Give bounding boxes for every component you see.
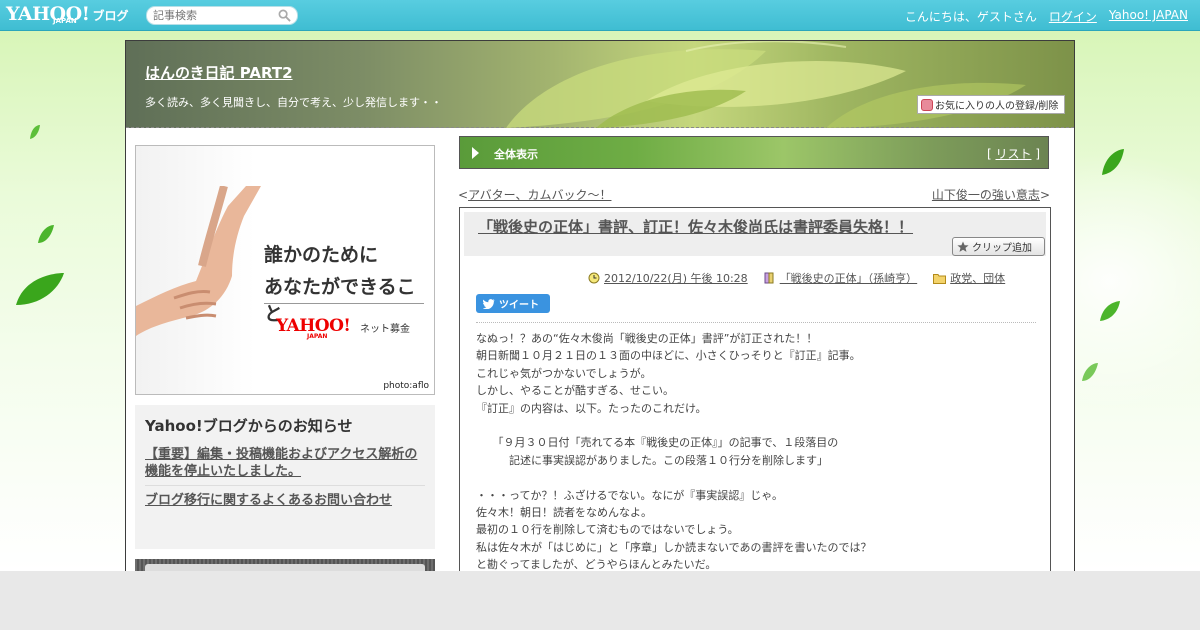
post-body: なぬっ！？あの“佐々木俊尚「戦後史の正体」書評”が訂正された！！ 朝日新聞１０月… — [476, 330, 1036, 571]
login-link[interactable]: ログイン — [1049, 8, 1097, 25]
top-right-links: こんにちは、ゲストさん ログイン Yahoo! JAPAN — [905, 8, 1188, 25]
post-header: 「戦後史の正体」書評、訂正！佐々木俊尚氏は書評委員失格！！ クリップ追加 — [464, 212, 1046, 256]
post-body-line — [476, 417, 1036, 434]
top-bar: YAHOO! ブログ JAPAN こんにちは、ゲストさん ログイン Yahoo!… — [0, 0, 1200, 31]
prev-mark: < — [458, 188, 469, 202]
post-body-line: ・・・ってか？！ふざけるでない。なにが『事実誤認』じゃ。 — [476, 488, 784, 502]
next-mark: > — [1039, 188, 1050, 202]
post-body-line: と勘ぐってましたが、どうやらほんとみたいだ。 — [476, 558, 717, 571]
prev-article: <アバター、カムバック～！ — [458, 186, 611, 203]
leaf-icon — [1082, 363, 1098, 381]
post-body-line: しかし、やることが酷すぎる、せこい。 — [476, 384, 674, 398]
triangle-right-icon — [472, 147, 479, 159]
post-body-line: これじゃ気がつかないでしょうが。 — [476, 366, 652, 380]
all-display-bar: 全体表示 [ リスト ] — [459, 136, 1049, 169]
page-bottom — [0, 571, 1200, 630]
blog-header: はんのき日記 PART2 多く読み、多く見聞きし、自分で考え、少し発信します・・… — [126, 41, 1074, 128]
list-view-link[interactable]: リスト — [995, 147, 1031, 161]
sidebar-gadget-inner — [145, 564, 425, 571]
leaf-icon — [38, 225, 54, 243]
ad-divider — [264, 303, 424, 304]
post-divider — [476, 322, 1036, 323]
logo-sub: ブログ — [92, 9, 129, 23]
sidebar-gadget — [135, 559, 435, 571]
post-book: 「戦後史の正体」（孫崎亨） — [764, 270, 918, 286]
greeting-text: こんにちは、ゲストさん — [904, 10, 1037, 24]
clip-add-button[interactable]: クリップ追加 — [952, 237, 1045, 256]
blog-frame: はんのき日記 PART2 多く読み、多く見聞きし、自分で考え、少し発信します・・… — [125, 40, 1075, 571]
leaf-icon — [16, 273, 64, 305]
notice-link-important[interactable]: 【重要】編集・投稿機能およびアクセス解析の機能を停止いたしました。 — [145, 446, 425, 480]
notice-link-faq[interactable]: ブログ移行に関するよくあるお問い合わせ — [145, 492, 425, 509]
post-body-line: 私は佐々木が「はじめに」と「序章」しか読まないであの書評を書いたのでは？ — [476, 540, 872, 554]
post-body-line: 最初の１０行を削除して済むものではないでしょう。 — [476, 523, 739, 537]
blog-title-link[interactable]: はんのき日記 PART2 — [145, 62, 293, 83]
helping-hands-image — [136, 186, 261, 336]
all-display-label: 全体表示 — [494, 148, 538, 161]
post-date-link[interactable]: 2012/10/22(月) 午後 10:28 — [604, 270, 748, 286]
donation-ad-banner[interactable]: 誰かのために あなたができること YAHOO! JAPAN ネット募金 phot… — [135, 145, 435, 395]
post-meta: 2012/10/22(月) 午後 10:28 「戦後史の正体」（孫崎亨） 政党、… — [588, 270, 1005, 286]
folder-icon — [933, 273, 947, 284]
post-body-line: 記述に事実誤認がありました。この段落１０行分を削除します」 — [476, 453, 828, 467]
favorite-label: お気に入りの人の登録/削除 — [935, 101, 1059, 112]
blog-description: 多く読み、多く見聞きし、自分で考え、少し発信します・・ — [145, 96, 442, 109]
header-leaves-image — [506, 41, 1026, 128]
ad-headline-1: 誰かのために — [264, 244, 379, 266]
ad-photo-credit: photo:aflo — [383, 381, 429, 391]
clip-add-label: クリップ追加 — [972, 243, 1032, 254]
tweet-button[interactable]: ツイート — [476, 294, 550, 313]
next-article-link[interactable]: 山下俊一の強い意志 — [932, 188, 1040, 202]
post-date: 2012/10/22(月) 午後 10:28 — [588, 270, 748, 286]
logo-japan: JAPAN — [53, 17, 77, 25]
post-body-line: なぬっ！？あの“佐々木俊尚「戦後史の正体」書評”が訂正された！！ — [476, 332, 818, 345]
prev-article-link[interactable]: アバター、カムバック～！ — [468, 188, 611, 202]
post-book-link[interactable]: 「戦後史の正体」（孫崎亨） — [780, 270, 918, 286]
tweet-label: ツイート — [499, 300, 539, 311]
list-view-toggle: [ リスト ] — [987, 145, 1040, 162]
favorite-icon — [921, 98, 933, 111]
star-icon — [957, 241, 969, 252]
book-icon — [764, 272, 774, 284]
leaf-icon — [30, 125, 40, 139]
ad-service-name: ネット募金 — [360, 324, 410, 335]
post-body-line — [476, 469, 1036, 486]
leaf-icon — [1100, 301, 1120, 321]
post-title-link[interactable]: 「戦後史の正体」書評、訂正！佐々木俊尚氏は書評委員失格！！ — [478, 216, 913, 237]
search-input[interactable] — [153, 8, 273, 23]
twitter-bird-icon — [483, 298, 495, 309]
leaf-icon — [1102, 149, 1124, 175]
yahoo-japan-link[interactable]: Yahoo! JAPAN — [1109, 8, 1188, 25]
post-body-line: 「９月３０日付「売れてる本『戦後史の正体』」の記事で、１段落目の — [476, 436, 839, 450]
search-icon[interactable] — [278, 9, 291, 22]
notice-divider — [145, 485, 425, 486]
favorite-register-button[interactable]: お気に入りの人の登録/削除 — [917, 95, 1065, 114]
search-box[interactable] — [146, 6, 298, 25]
clock-icon — [588, 272, 600, 284]
list-bracket-close: ] — [1031, 147, 1040, 161]
next-article: 山下俊一の強い意志> — [932, 186, 1050, 203]
post-body-line: 『訂正』の内容は、以下。たったのこれだけ。 — [476, 401, 707, 415]
post-body-line: 朝日新聞１０月２１日の１３面の中ほどに、小さくひっそりと『訂正』記事。 — [476, 349, 861, 363]
post-category-link[interactable]: 政党、団体 — [950, 270, 1005, 286]
blog-post: 「戦後史の正体」書評、訂正！佐々木俊尚氏は書評委員失格！！ クリップ追加 201… — [459, 207, 1051, 571]
post-category: 政党、団体 — [933, 270, 1005, 286]
ad-brand-sub: JAPAN — [307, 333, 328, 340]
post-body-line: 佐々木！朝日！読者をなめんなよ。 — [476, 506, 652, 520]
notice-heading: Yahoo!ブログからのお知らせ — [145, 417, 353, 435]
yahoo-blog-notice: Yahoo!ブログからのお知らせ 【重要】編集・投稿機能およびアクセス解析の機能… — [135, 405, 435, 549]
